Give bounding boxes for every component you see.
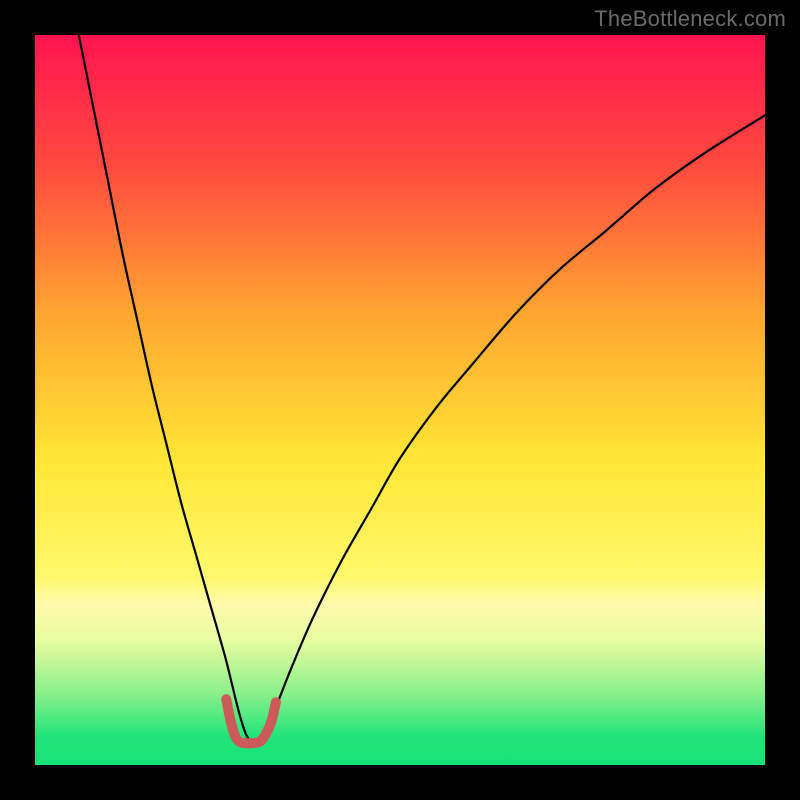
watermark-text: TheBottleneck.com xyxy=(594,6,786,32)
series-optimal-region-point xyxy=(226,716,236,726)
gradient-background xyxy=(35,35,765,765)
chart-svg xyxy=(35,35,765,765)
chart-frame: TheBottleneck.com xyxy=(0,0,800,800)
series-optimal-region-point xyxy=(271,697,281,707)
series-optimal-region-point xyxy=(222,695,232,705)
series-optimal-region-point xyxy=(267,716,277,726)
plot-area xyxy=(35,35,765,765)
series-optimal-region-point xyxy=(261,730,271,740)
